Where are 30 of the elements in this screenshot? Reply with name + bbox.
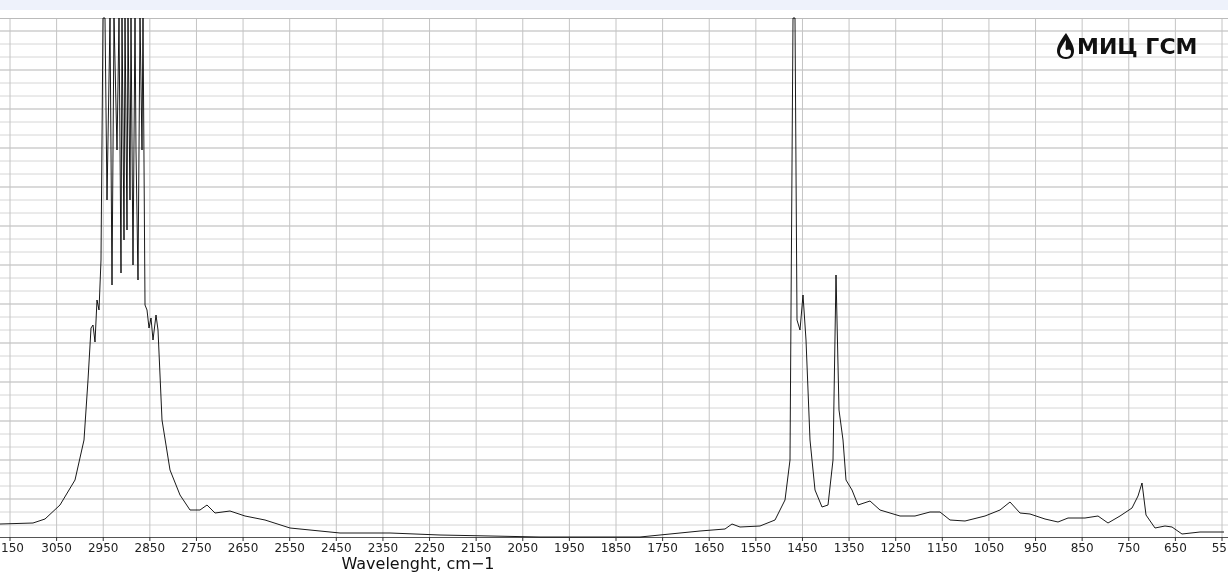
axis-tick-label: 2250 (414, 541, 445, 555)
logo-text: МИЦ ГСМ (1077, 34, 1198, 59)
axis-tick-label: 1650 (693, 541, 725, 555)
axis-tick-label: 2850 (134, 541, 166, 555)
drop-icon (1057, 33, 1074, 59)
axis-tick-label: 55 (1211, 541, 1227, 555)
axis-tick-label: 950 (1024, 541, 1047, 555)
x-axis-label: Wavelenght, cm−1 (341, 554, 495, 573)
axis-tick-label: 1950 (554, 541, 585, 555)
axis-tick-label: 2050 (507, 541, 539, 555)
axis-tick-label: 1450 (787, 541, 818, 555)
axis-tick-label: 2450 (321, 541, 352, 555)
axis-tick-label: 2950 (87, 541, 119, 555)
axis-tick-label: 1050 (973, 541, 1005, 555)
axis-tick-label: 2650 (227, 541, 259, 555)
axis-tick-label: 750 (1117, 541, 1141, 555)
axis-tick-label: 650 (1163, 541, 1187, 555)
axis-tick-label: 1750 (647, 541, 678, 555)
axis-tick-label: 850 (1070, 541, 1094, 555)
axis-tick-label: 2350 (367, 541, 399, 555)
axis-tick-label: 1350 (833, 541, 865, 555)
axis-tick-label: 2550 (274, 541, 305, 555)
axis-tick-label: 3050 (41, 541, 72, 555)
axis-tick-label: 1550 (740, 541, 772, 555)
axis-tick-label: 1850 (600, 541, 632, 555)
axis-tick-label: 1150 (927, 541, 958, 555)
axis-tick-label: 150 (1, 541, 24, 555)
axis-tick-label: 1250 (880, 541, 911, 555)
axis-tick-label: 2150 (460, 541, 492, 555)
axis-tick-label: 2750 (181, 541, 212, 555)
